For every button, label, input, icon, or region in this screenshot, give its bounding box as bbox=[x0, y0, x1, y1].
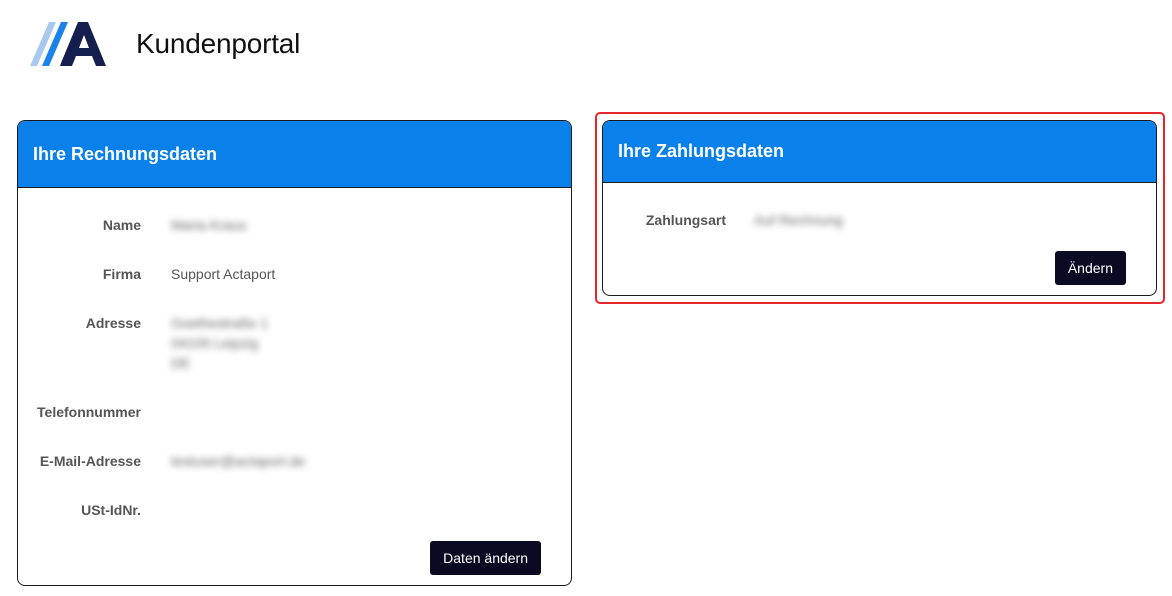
payment-method-value: Auf Rechnung bbox=[754, 212, 843, 228]
email-label: E-Mail-Adresse bbox=[39, 453, 141, 469]
address-line-country: DE bbox=[171, 355, 191, 371]
payment-method-label: Zahlungsart bbox=[645, 212, 726, 228]
company-value: Support Actaport bbox=[171, 266, 276, 282]
billing-row-email: E-Mail-Adresse testuser@actaport.de bbox=[18, 451, 571, 471]
payment-row-method: Zahlungsart Auf Rechnung bbox=[603, 210, 1156, 230]
payment-data-card: Ihre Zahlungsdaten Zahlungsart Auf Rechn… bbox=[602, 120, 1157, 296]
address-value: Goethestraße 1 04109 Leipzig DE bbox=[171, 313, 268, 373]
change-payment-button[interactable]: Ändern bbox=[1054, 251, 1126, 285]
billing-row-company: Firma Support Actaport bbox=[18, 264, 571, 284]
vat-id-label: USt-IdNr. bbox=[81, 502, 141, 518]
billing-row-vat-id: USt-IdNr. bbox=[18, 500, 571, 520]
page-header: Kundenportal bbox=[30, 22, 300, 66]
customer-portal-page: Kundenportal Ihre Rechnungsdaten Name Ma… bbox=[0, 0, 1172, 596]
billing-card-header: Ihre Rechnungsdaten bbox=[18, 121, 571, 188]
email-value: testuser@actaport.de bbox=[171, 453, 306, 469]
app-title: Kundenportal bbox=[136, 28, 301, 59]
name-label: Name bbox=[102, 217, 141, 233]
actaport-logo-icon[interactable] bbox=[30, 22, 106, 66]
billing-row-phone: Telefonnummer bbox=[18, 402, 571, 422]
company-label: Firma bbox=[102, 266, 141, 282]
address-label: Adresse bbox=[85, 315, 141, 331]
change-data-button[interactable]: Daten ändern bbox=[430, 541, 541, 575]
billing-row-name: Name Maria Kraus bbox=[18, 215, 571, 235]
payment-card-header: Ihre Zahlungsdaten bbox=[603, 121, 1156, 183]
billing-data-card: Ihre Rechnungsdaten Name Maria Kraus Fir… bbox=[17, 120, 572, 586]
billing-row-address: Adresse Goethestraße 1 04109 Leipzig DE bbox=[18, 313, 571, 373]
address-line-city: 04109 Leipzig bbox=[171, 335, 259, 351]
phone-label: Telefonnummer bbox=[37, 404, 141, 420]
name-value: Maria Kraus bbox=[171, 217, 247, 233]
address-line-street: Goethestraße 1 bbox=[171, 315, 269, 331]
